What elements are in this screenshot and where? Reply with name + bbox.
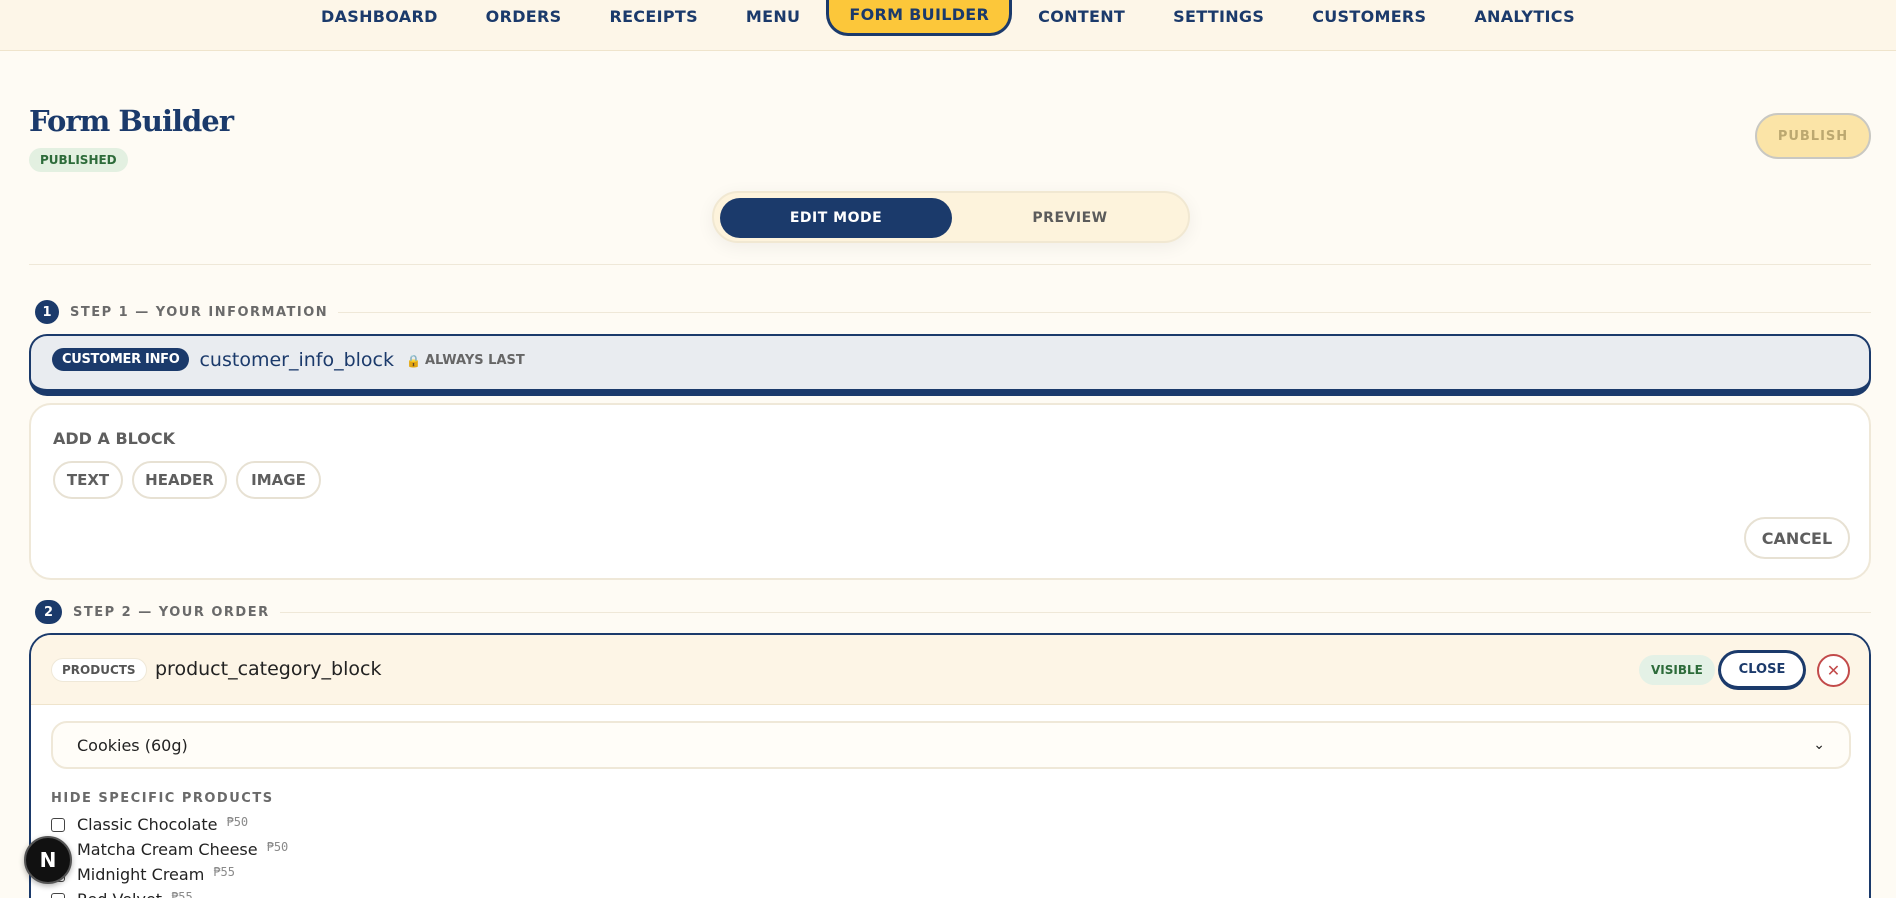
step-1-rule — [338, 311, 1871, 313]
add-image-block-button[interactable]: IMAGE — [236, 461, 321, 499]
visibility-badge[interactable]: VISIBLE — [1639, 655, 1715, 685]
nav-item-form-builder[interactable]: FORM BUILDER — [826, 0, 1013, 36]
add-block-panel: ADD A BLOCK TEXT HEADER IMAGE CANCEL — [29, 403, 1871, 580]
assistant-fab-button[interactable]: N — [24, 836, 72, 884]
step-1-number: 1 — [35, 300, 59, 324]
nav-items: DASHBOARD ORDERS RECEIPTS MENU FORM BUIL… — [297, 0, 1599, 36]
preview-button[interactable]: PREVIEW — [954, 198, 1186, 238]
product-name: Midnight Cream — [77, 865, 205, 884]
status-badge: PUBLISHED — [29, 148, 128, 172]
nav-item-analytics[interactable]: ANALYTICS — [1450, 0, 1599, 36]
product-row: Classic Chocolate ₱50 — [51, 812, 288, 837]
product-block-name: product_category_block — [155, 658, 382, 680]
product-price: ₱55 — [171, 889, 193, 898]
step-2-header: 2 STEP 2 — YOUR ORDER — [35, 600, 1871, 624]
product-row: Midnight Cream ₱55 — [51, 862, 288, 887]
nav-item-settings[interactable]: SETTINGS — [1149, 0, 1288, 36]
cancel-button[interactable]: CANCEL — [1744, 517, 1850, 559]
customer-info-block-name: customer_info_block — [199, 348, 395, 371]
step-2-rule — [279, 611, 1871, 613]
step-2-number: 2 — [35, 600, 62, 624]
nav-item-customers[interactable]: CUSTOMERS — [1288, 0, 1450, 36]
product-name: Matcha Cream Cheese — [77, 840, 258, 859]
nav-item-receipts[interactable]: RECEIPTS — [585, 0, 721, 36]
add-text-block-button[interactable]: TEXT — [53, 461, 123, 499]
product-hide-checkbox[interactable] — [51, 892, 65, 898]
product-name: Red Velvet — [77, 890, 162, 898]
product-row: Red Velvet ₱55 — [51, 887, 288, 898]
always-last-note: ALWAYS LAST — [424, 353, 525, 368]
section-divider — [29, 264, 1871, 265]
page-title: Form Builder — [29, 104, 234, 138]
product-list: Classic Chocolate ₱50 Matcha Cream Chees… — [51, 812, 288, 898]
product-price: ₱50 — [226, 814, 249, 829]
category-select[interactable]: Cookies (60g) ⌄ — [51, 721, 1851, 769]
customer-info-tag: CUSTOMER INFO — [52, 348, 190, 371]
product-category-block: PRODUCTS product_category_block VISIBLE … — [29, 633, 1871, 898]
product-hide-checkbox[interactable] — [51, 817, 65, 832]
close-button[interactable]: CLOSE — [1718, 650, 1806, 690]
top-nav: DASHBOARD ORDERS RECEIPTS MENU FORM BUIL… — [0, 0, 1896, 51]
lock-icon: 🔒 — [406, 353, 421, 368]
nav-item-content[interactable]: CONTENT — [1014, 0, 1149, 36]
chevron-down-icon: ⌄ — [1813, 737, 1825, 753]
customer-info-block[interactable]: CUSTOMER INFO customer_info_block 🔒 ALWA… — [29, 334, 1871, 396]
nav-item-orders[interactable]: ORDERS — [462, 0, 586, 36]
category-selected-value: Cookies (60g) — [77, 735, 188, 755]
product-row: Matcha Cream Cheese ₱50 — [51, 837, 288, 862]
hide-products-title: HIDE SPECIFIC PRODUCTS — [51, 791, 274, 806]
close-icon[interactable]: ✕ — [1817, 654, 1850, 687]
product-block-header: PRODUCTS product_category_block VISIBLE … — [31, 635, 1869, 705]
mode-toggle: EDIT MODE PREVIEW — [712, 191, 1190, 243]
step-1-header: 1 STEP 1 — YOUR INFORMATION — [35, 300, 1871, 324]
edit-mode-button[interactable]: EDIT MODE — [720, 198, 952, 238]
product-name: Classic Chocolate — [77, 815, 218, 834]
product-price: ₱55 — [213, 864, 235, 879]
add-header-block-button[interactable]: HEADER — [132, 461, 227, 499]
nav-item-dashboard[interactable]: DASHBOARD — [297, 0, 462, 36]
products-tag: PRODUCTS — [51, 658, 147, 682]
publish-button[interactable]: PUBLISH — [1755, 113, 1871, 159]
nav-item-menu[interactable]: MENU — [722, 0, 824, 36]
step-1-label: STEP 1 — YOUR INFORMATION — [70, 304, 329, 320]
step-2-label: STEP 2 — YOUR ORDER — [73, 604, 270, 620]
add-block-title: ADD A BLOCK — [53, 429, 176, 448]
product-price: ₱50 — [266, 839, 289, 854]
